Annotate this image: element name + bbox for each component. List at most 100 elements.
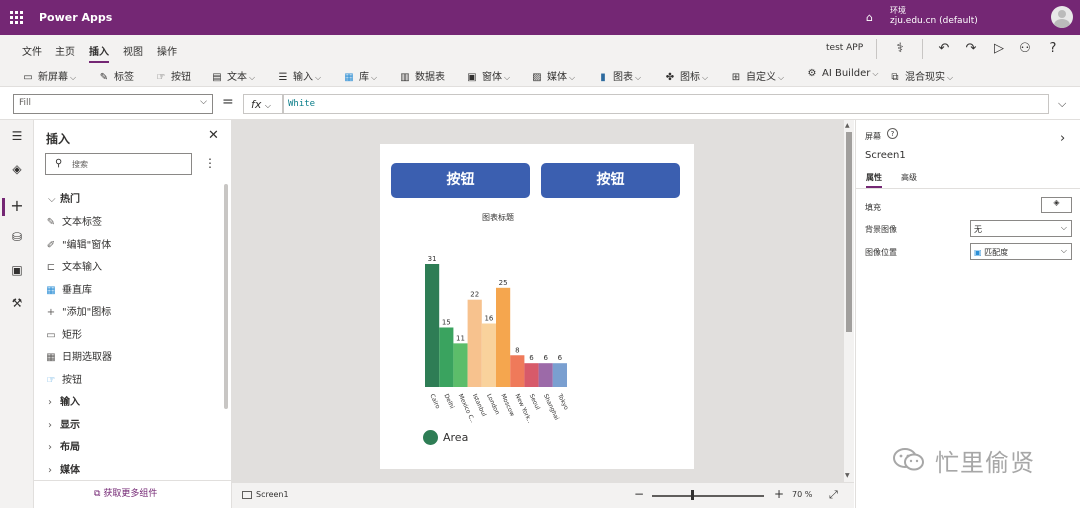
chart-bar bbox=[510, 355, 525, 387]
data-table-button[interactable]: ▥ 数据表 bbox=[399, 68, 445, 83]
fit-to-window-icon[interactable]: ⤢ bbox=[829, 488, 838, 502]
redo-icon[interactable]: ↷ bbox=[964, 41, 978, 56]
label-button[interactable]: ✎ 标签 bbox=[98, 68, 134, 83]
media-button[interactable]: ▨ 媒体 ⌵ bbox=[531, 68, 575, 83]
section-layout[interactable]: › 布局 bbox=[48, 438, 80, 453]
user-avatar[interactable] bbox=[1051, 6, 1073, 28]
equals-sign: = bbox=[222, 94, 234, 110]
button-button[interactable]: ☞ 按钮 bbox=[155, 68, 191, 83]
list-item[interactable]: ⊏ 文本输入 bbox=[44, 258, 102, 273]
environment-icon[interactable]: ⌂ bbox=[866, 11, 878, 24]
formula-input[interactable]: White bbox=[283, 94, 1049, 114]
list-item[interactable]: ✐ "编辑"窗体 bbox=[44, 236, 111, 251]
layers-icon[interactable]: ◈ bbox=[9, 162, 25, 178]
data-label: 15 bbox=[442, 318, 451, 326]
app-launcher-icon[interactable] bbox=[10, 11, 23, 24]
insert-plus-icon[interactable]: + bbox=[9, 196, 25, 215]
input-button[interactable]: ☰ 输入 ⌵ bbox=[277, 68, 322, 83]
text-label-icon: ✎ bbox=[46, 217, 56, 228]
image-position-dropdown[interactable]: ▣ 匹配度 ⌵ bbox=[970, 243, 1072, 260]
section-display[interactable]: › 显示 bbox=[48, 416, 80, 431]
expand-formula-icon[interactable]: ⌵ bbox=[1058, 97, 1066, 111]
ai-builder-button[interactable]: ⚙ AI Builder ⌵ bbox=[806, 68, 879, 79]
app-name[interactable]: Power Apps bbox=[39, 11, 112, 24]
item-label: 文本标签 bbox=[62, 217, 102, 228]
menu-insert[interactable]: 插入 bbox=[89, 43, 109, 63]
tab-properties[interactable]: 属性 bbox=[866, 172, 882, 188]
label-label: 标签 bbox=[114, 72, 134, 83]
icons-button[interactable]: ✤ 图标 ⌵ bbox=[664, 68, 708, 83]
undo-icon[interactable]: ↶ bbox=[937, 41, 951, 56]
play-icon[interactable]: ▷ bbox=[992, 41, 1006, 56]
close-icon[interactable]: ✕ bbox=[208, 128, 219, 143]
gallery-button[interactable]: ▦ 库 ⌵ bbox=[343, 68, 377, 83]
new-screen-icon: ▭ bbox=[23, 72, 33, 83]
selected-name: Screen1 bbox=[865, 150, 906, 161]
form-button[interactable]: ▣ 窗体 ⌵ bbox=[466, 68, 510, 83]
function-button[interactable]: fx ⌵ bbox=[243, 94, 283, 114]
section-label: 显示 bbox=[60, 420, 80, 431]
get-more-components-link[interactable]: ⧉ 获取更多组件 bbox=[94, 486, 157, 499]
zoom-value: 70 % bbox=[792, 490, 813, 499]
chevron-down-icon: ⌵ bbox=[200, 97, 207, 107]
current-screen[interactable]: Screen1 bbox=[256, 490, 289, 499]
list-item[interactable]: + "添加"图标 bbox=[44, 303, 111, 318]
help-icon[interactable]: ? bbox=[1046, 41, 1060, 56]
new-screen-button[interactable]: ▭ 新屏幕 ⌵ bbox=[22, 68, 76, 83]
media-icon: ▨ bbox=[532, 72, 542, 83]
list-item[interactable]: ▦ 日期选取器 bbox=[44, 348, 112, 363]
advanced-tools-icon[interactable]: ⚒ bbox=[9, 296, 25, 312]
tab-advanced[interactable]: 高级 bbox=[901, 172, 917, 183]
divider bbox=[922, 39, 923, 59]
menu-home[interactable]: 主页 bbox=[55, 43, 75, 58]
mixed-reality-button[interactable]: ⧉ 混合现实 ⌵ bbox=[889, 68, 953, 83]
more-options-icon[interactable]: ⋮ bbox=[204, 156, 216, 170]
background-image-label: 背景图像 bbox=[865, 225, 897, 234]
menu-action[interactable]: 操作 bbox=[157, 43, 177, 58]
zoom-in-icon[interactable]: + bbox=[774, 487, 784, 501]
fill-label: 填充 bbox=[865, 203, 881, 212]
list-item[interactable]: ▭ 矩形 bbox=[44, 326, 82, 341]
background-image-dropdown[interactable]: 无 ⌵ bbox=[970, 220, 1072, 237]
app-screen[interactable]: 按钮 按钮 图表标题 31 Cairo 15 Delhi 11 Mexico C.. 22 I… bbox=[380, 144, 694, 469]
list-item[interactable]: ☞ 按钮 bbox=[44, 371, 82, 386]
zoom-out-icon[interactable]: − bbox=[634, 487, 644, 501]
custom-label: 自定义 bbox=[746, 72, 776, 83]
list-item[interactable]: ▦ 垂直库 bbox=[44, 281, 92, 296]
fill-color-picker[interactable]: ◈ bbox=[1041, 197, 1072, 213]
menu-file[interactable]: 文件 bbox=[22, 43, 42, 58]
vertical-gallery-icon: ▦ bbox=[46, 285, 56, 296]
media-icon[interactable]: ▣ bbox=[9, 263, 25, 279]
share-user-icon[interactable]: ⚇ bbox=[1018, 41, 1032, 56]
canvas-scrollbar[interactable]: ▲ ▼ bbox=[844, 120, 854, 482]
panel-scrollbar[interactable] bbox=[224, 184, 228, 409]
media-label: 媒体 bbox=[547, 72, 567, 83]
zoom-slider-thumb[interactable] bbox=[691, 490, 694, 500]
help-icon[interactable]: ? bbox=[887, 128, 898, 139]
zoom-slider[interactable] bbox=[652, 495, 764, 497]
scroll-down-icon[interactable]: ▼ bbox=[845, 472, 850, 479]
data-icon[interactable]: ⛁ bbox=[9, 230, 25, 246]
scroll-thumb[interactable] bbox=[846, 132, 852, 332]
section-popular[interactable]: ⌵ 热门 bbox=[48, 190, 80, 205]
stethoscope-icon[interactable]: ⚕ bbox=[893, 41, 907, 56]
text-button[interactable]: ▤ 文本 ⌵ bbox=[211, 68, 255, 83]
column-chart[interactable]: 31Cairo15Delhi11Mexico C..22Istanbul16Lo… bbox=[380, 144, 694, 469]
chevron-down-icon: ⌵ bbox=[1060, 223, 1067, 232]
scroll-up-icon[interactable]: ▲ bbox=[845, 122, 850, 129]
search-input[interactable]: ⚲ 搜索 bbox=[45, 153, 192, 175]
custom-button[interactable]: ⊞ 自定义 ⌵ bbox=[730, 68, 784, 83]
chart-button[interactable]: ▮ 图表 ⌵ bbox=[597, 68, 641, 83]
list-item[interactable]: ✎ 文本标签 bbox=[44, 213, 102, 228]
chevron-right-icon[interactable]: › bbox=[1060, 131, 1065, 146]
property-dropdown[interactable]: Fill ⌵ bbox=[13, 94, 213, 114]
active-indicator bbox=[2, 198, 5, 216]
menu-view[interactable]: 视图 bbox=[123, 43, 143, 58]
insert-panel: 插入 ✕ ⚲ 搜索 ⋮ ⌵ 热门 ✎ 文本标签 ✐ "编辑"窗体 ⊏ 文本输入 ▦ 垂直库… bbox=[34, 120, 232, 508]
data-label: 6 bbox=[543, 354, 548, 362]
section-media[interactable]: › 媒体 bbox=[48, 461, 80, 476]
section-input[interactable]: › 输入 bbox=[48, 393, 80, 408]
chart-label: 图表 bbox=[613, 72, 633, 83]
environment-value[interactable]: zju.edu.cn (default) bbox=[890, 16, 978, 26]
hamburger-icon[interactable]: ☰ bbox=[9, 129, 25, 145]
